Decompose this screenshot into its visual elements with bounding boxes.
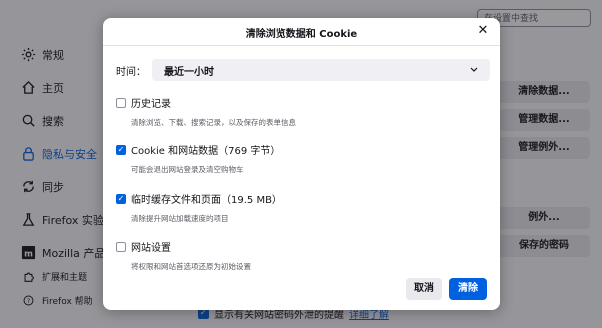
option-description: 清除浏览、下载、搜索记录，以及保存的表单信息 [131, 118, 296, 127]
option-history: 历史记录 清除浏览、下载、搜索记录，以及保存的表单信息 [116, 95, 296, 128]
history-checkbox[interactable] [116, 97, 126, 108]
cancel-button[interactable]: 取消 [406, 278, 442, 300]
time-range-select[interactable]: 最近一小时 [152, 59, 490, 81]
chevron-down-icon [470, 66, 478, 75]
clear-data-dialog: 清除浏览数据和 Cookie ✕ 时间： 最近一小时 历史记录 清除浏览、下载、… [103, 18, 500, 310]
dialog-title: 清除浏览数据和 Cookie [245, 29, 358, 40]
time-range-row: 时间： 最近一小时 [116, 59, 490, 81]
dialog-header: 清除浏览数据和 Cookie ✕ [103, 18, 500, 46]
clear-button[interactable]: 清除 [449, 278, 487, 300]
time-range-label: 时间： [116, 66, 146, 78]
cookies-checkbox[interactable]: ✓ [116, 144, 126, 155]
time-range-value: 最近一小时 [164, 66, 214, 78]
close-icon[interactable]: ✕ [476, 24, 490, 38]
option-label: 临时缓存文件和页面（19.5 MB） [131, 195, 282, 206]
option-description: 清除提升网站加载速度的项目 [131, 214, 229, 223]
site-settings-checkbox[interactable] [116, 241, 126, 252]
cache-checkbox[interactable]: ✓ [116, 193, 126, 204]
option-label: 网站设置 [131, 243, 171, 254]
option-label: 历史记录 [131, 99, 171, 110]
option-cache: ✓ 临时缓存文件和页面（19.5 MB） 清除提升网站加载速度的项目 [116, 191, 282, 224]
option-description: 可能会退出网站登录及清空购物车 [131, 165, 244, 174]
option-description: 将权限和网站首选项还原为初始设置 [131, 262, 251, 271]
option-site-settings: 网站设置 将权限和网站首选项还原为初始设置 [116, 239, 251, 272]
option-cookies: ✓ Cookie 和网站数据（769 字节） 可能会退出网站登录及清空购物车 [116, 142, 280, 175]
option-label: Cookie 和网站数据（769 字节） [131, 146, 281, 157]
